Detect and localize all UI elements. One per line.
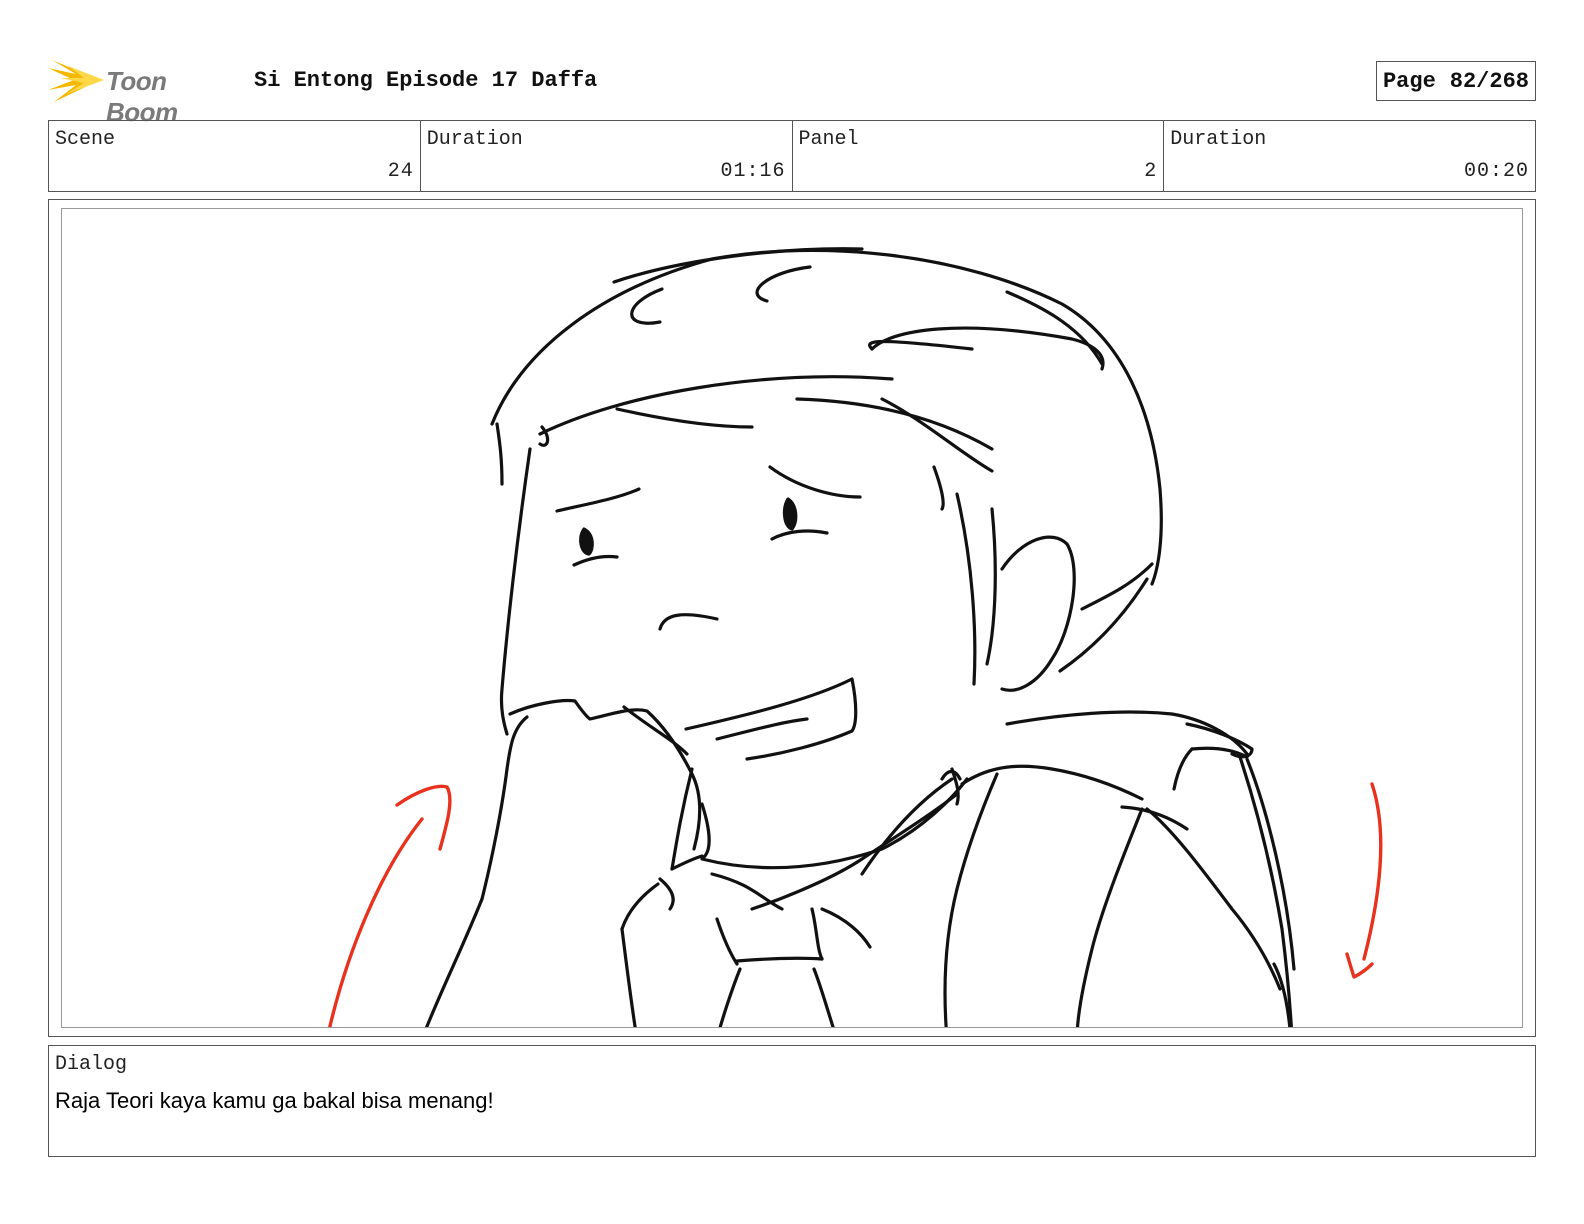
scene-duration-cell: Duration 01:16 (421, 121, 793, 191)
dialog-text: Raja Teori kaya kamu ga bakal bisa menan… (55, 1088, 494, 1113)
panel-duration-label: Duration (1170, 128, 1267, 151)
dialog-box: Dialog Raja Teori kaya kamu ga bakal bis… (48, 1045, 1536, 1157)
character-sketch (328, 247, 1383, 1027)
arrow-down-right (1362, 782, 1383, 961)
camera-move-arrows (328, 782, 1383, 1027)
dialog-label: Dialog (55, 1053, 128, 1076)
panel-drawing-area (61, 208, 1523, 1028)
document-title: Si Entong Episode 17 Daffa (254, 68, 598, 93)
panel-cell: Panel 2 (793, 121, 1165, 191)
arrow-up-left (328, 817, 424, 1027)
toon-boom-logo: Toon Boom (48, 54, 243, 127)
sketch-lines (424, 247, 1296, 1027)
starburst-icon (48, 60, 104, 102)
scene-label: Scene (55, 128, 116, 151)
page-number: 82/268 (1449, 68, 1529, 94)
scene-duration-label: Duration (426, 128, 523, 151)
storyboard-header: Toon Boom Si Entong Episode 17 Daffa Pag… (48, 52, 1536, 127)
page-label: Page (1382, 68, 1436, 94)
scene-cell: Scene 24 (49, 121, 421, 191)
panel-value: 2 (1144, 160, 1158, 183)
arrowhead-down (1345, 952, 1374, 979)
panel-duration-value: 00:20 (1463, 160, 1529, 183)
logo-text: Toon Boom (106, 66, 178, 127)
scene-duration-value: 01:16 (720, 160, 786, 183)
panel-info-table: Scene 24 Duration 01:16 Panel 2 Duration… (48, 120, 1536, 192)
panel-duration-cell: Duration 00:20 (1164, 121, 1535, 191)
panel-frame (48, 199, 1536, 1037)
page-indicator: Page 82/268 (1375, 61, 1536, 101)
scene-value: 24 (387, 160, 414, 183)
panel-label: Panel (798, 128, 859, 151)
